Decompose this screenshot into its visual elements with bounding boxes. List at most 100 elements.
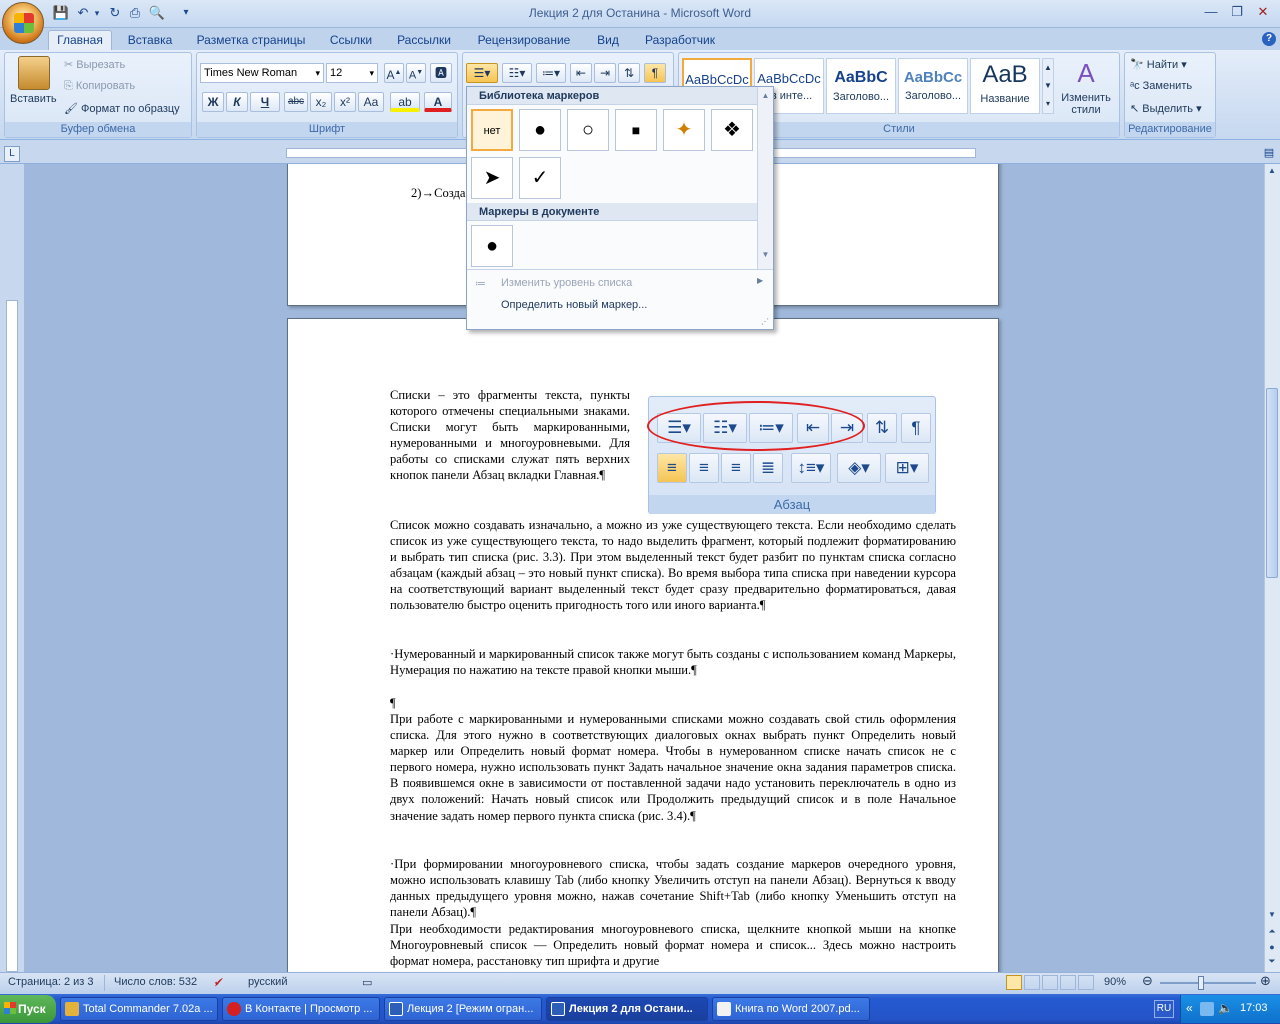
- style-heading-1[interactable]: AaBbC Заголово...: [826, 58, 896, 114]
- zoom-slider[interactable]: [1160, 982, 1256, 984]
- zoom-slider-thumb[interactable]: [1198, 976, 1204, 990]
- tab-review[interactable]: Рецензирование: [468, 32, 580, 50]
- bullet-hollow-circle[interactable]: ○: [567, 109, 609, 151]
- style-heading-2[interactable]: AaBbCc Заголово...: [898, 58, 968, 114]
- styles-scroll-icon[interactable]: ▲ ▼ ▾: [1042, 58, 1054, 114]
- font-size-select[interactable]: 12 ▾: [326, 63, 378, 83]
- draft-view-icon[interactable]: [1078, 975, 1094, 990]
- next-page-icon[interactable]: ⏷: [1265, 956, 1279, 970]
- select-button[interactable]: ↖ Выделить ▾: [1130, 102, 1202, 115]
- web-layout-icon[interactable]: [1042, 975, 1058, 990]
- dropdown-scrollbar[interactable]: ▲ ▼: [757, 87, 773, 269]
- volume-icon[interactable]: 🔈: [1218, 1001, 1233, 1015]
- replace-icon: ᵃc: [1130, 80, 1143, 92]
- zoom-in-icon[interactable]: ⊕: [1260, 973, 1271, 989]
- grow-font-icon[interactable]: A▲: [384, 63, 404, 83]
- sort-icon[interactable]: ⇅: [618, 63, 640, 83]
- tray-expand-icon[interactable]: «: [1186, 1001, 1193, 1015]
- decrease-indent-icon[interactable]: ⇤: [570, 63, 592, 83]
- bullet-square[interactable]: ■: [615, 109, 657, 151]
- strikethrough-button[interactable]: abc: [284, 92, 308, 112]
- scroll-down-icon[interactable]: ▼: [1265, 910, 1279, 924]
- tab-insert[interactable]: Вставка: [120, 32, 180, 50]
- pilcrow-icon[interactable]: ¶: [644, 63, 666, 83]
- change-case-button[interactable]: Aa: [358, 92, 384, 112]
- document-bullet-filled-circle[interactable]: ●: [471, 225, 513, 267]
- minimize-icon[interactable]: —: [1198, 3, 1224, 21]
- font-color-icon[interactable]: A: [424, 92, 452, 112]
- select-browse-object-icon[interactable]: ●: [1265, 942, 1279, 956]
- task-word-lecture-active[interactable]: Лекция 2 для Остани...: [546, 997, 708, 1021]
- language-indicator[interactable]: RU: [1154, 1000, 1174, 1018]
- clear-format-icon[interactable]: 🅰: [430, 63, 452, 83]
- multilevel-list-icon[interactable]: ≔▾: [536, 63, 566, 83]
- bullet-arrow[interactable]: ➤: [471, 157, 513, 199]
- increase-indent-icon[interactable]: ⇥: [594, 63, 616, 83]
- tab-page-layout[interactable]: Разметка страницы: [190, 32, 312, 50]
- outline-view-icon[interactable]: [1060, 975, 1076, 990]
- subscript-button[interactable]: x₂: [310, 92, 332, 112]
- view-ruler-icon[interactable]: ▤: [1262, 146, 1276, 160]
- italic-button[interactable]: К: [226, 92, 248, 112]
- tab-references[interactable]: Ссылки: [322, 32, 380, 50]
- copy-button[interactable]: ⎘ Копировать: [64, 80, 135, 93]
- bold-button[interactable]: Ж: [202, 92, 224, 112]
- restore-icon[interactable]: ❐: [1224, 3, 1250, 21]
- change-list-level-item[interactable]: Изменить уровень списка: [501, 277, 632, 289]
- language[interactable]: русский: [248, 976, 287, 988]
- style-title[interactable]: AaB Название: [970, 58, 1040, 114]
- tab-view[interactable]: Вид: [588, 32, 628, 50]
- define-new-bullet-item[interactable]: Определить новый маркер...: [501, 299, 647, 311]
- highlight-icon[interactable]: ab: [390, 92, 420, 112]
- clock[interactable]: 17:03: [1240, 1002, 1268, 1014]
- print-layout-icon[interactable]: [1006, 975, 1022, 990]
- format-painter-button[interactable]: 🖌 Формат по образцу: [64, 102, 180, 115]
- numbering-icon[interactable]: ☷▾: [502, 63, 532, 83]
- resize-grip-icon[interactable]: ⋰: [761, 317, 769, 326]
- paste-icon[interactable]: [18, 56, 50, 90]
- change-styles-button[interactable]: Изменить стили: [1058, 92, 1114, 116]
- help-icon[interactable]: ?: [1262, 32, 1276, 46]
- replace-button[interactable]: ᵃc Заменить: [1130, 80, 1192, 92]
- paste-button[interactable]: Вставить: [10, 93, 57, 105]
- close-icon[interactable]: ✕: [1250, 3, 1276, 21]
- windows-logo-icon: [4, 1002, 16, 1014]
- prev-page-icon[interactable]: ⏶: [1265, 926, 1279, 940]
- bullet-none[interactable]: нет: [471, 109, 513, 151]
- word-count[interactable]: Число слов: 532: [114, 976, 197, 988]
- tab-home[interactable]: Главная: [48, 30, 112, 50]
- bullet-filled-circle[interactable]: ●: [519, 109, 561, 151]
- office-button[interactable]: [2, 2, 44, 44]
- task-pdf-book[interactable]: Книга по Word 2007.pd...: [712, 997, 870, 1021]
- bullets-button[interactable]: ☰▾: [466, 63, 498, 83]
- fig-align-left-icon: ≡: [657, 453, 687, 483]
- bullet-check[interactable]: ✓: [519, 157, 561, 199]
- zoom-level[interactable]: 90%: [1104, 976, 1126, 988]
- task-word-lecture-readonly[interactable]: Лекция 2 [Режим огран...: [384, 997, 542, 1021]
- tab-developer[interactable]: Разработчик: [638, 32, 722, 50]
- bullet-diamond[interactable]: ❖: [711, 109, 753, 151]
- change-styles-icon[interactable]: A: [1070, 58, 1102, 88]
- task-opera[interactable]: В Контакте | Просмотр ...: [222, 997, 380, 1021]
- shrink-font-icon[interactable]: A▼: [406, 63, 426, 83]
- network-icon[interactable]: [1200, 1002, 1214, 1016]
- tab-mailings[interactable]: Рассылки: [390, 32, 458, 50]
- full-screen-reading-icon[interactable]: [1024, 975, 1040, 990]
- submenu-arrow-icon: ▶: [757, 276, 764, 285]
- scroll-thumb[interactable]: [1266, 388, 1278, 578]
- font-name-select[interactable]: Times New Roman ▾: [200, 63, 324, 83]
- bullet-star[interactable]: ✦: [663, 109, 705, 151]
- task-total-commander[interactable]: Total Commander 7.02a ...: [60, 997, 218, 1021]
- underline-button[interactable]: Ч: [250, 92, 280, 112]
- spelling-check-icon[interactable]: ✔̸: [214, 976, 223, 989]
- page-count[interactable]: Страница: 2 из 3: [8, 976, 94, 988]
- scroll-up-icon[interactable]: ▲: [1265, 166, 1279, 180]
- word-icon: [551, 1002, 565, 1016]
- tab-selector-icon[interactable]: L: [4, 146, 20, 162]
- superscript-button[interactable]: x²: [334, 92, 356, 112]
- zoom-out-icon[interactable]: ⊖: [1142, 973, 1153, 989]
- start-button[interactable]: Пуск: [0, 995, 56, 1023]
- cut-button[interactable]: ✂ Вырезать: [64, 58, 125, 71]
- macro-record-icon[interactable]: ▭: [362, 976, 372, 989]
- find-button[interactable]: 🔭 Найти ▾: [1130, 58, 1187, 71]
